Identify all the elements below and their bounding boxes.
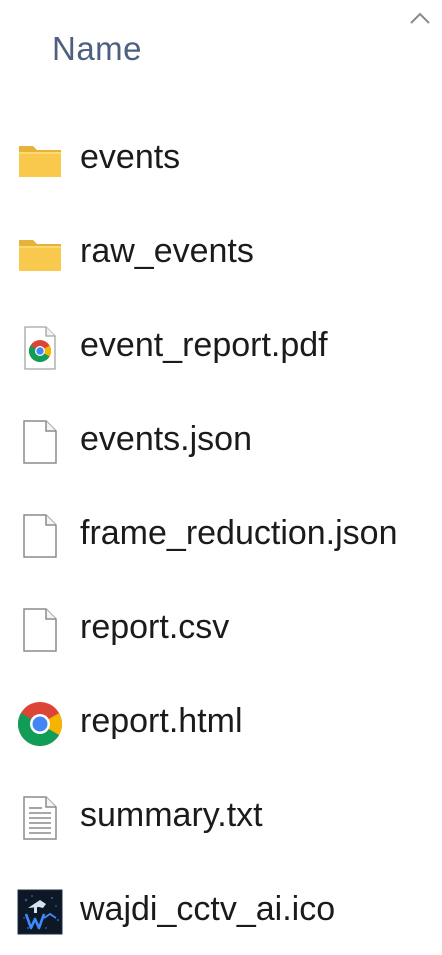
- file-row-events[interactable]: events: [0, 109, 442, 203]
- file-row-event-report-pdf[interactable]: event_report.pdf: [0, 297, 442, 391]
- generic-file-icon: [16, 606, 64, 654]
- file-row-raw-events[interactable]: raw_events: [0, 203, 442, 297]
- file-list: events raw_events event_report.pdf event…: [0, 109, 442, 955]
- file-row-report-csv[interactable]: report.csv: [0, 579, 442, 673]
- file-row-report-html[interactable]: report.html: [0, 673, 442, 767]
- file-name-label: report.html: [80, 702, 243, 740]
- column-header: Name: [0, 0, 442, 100]
- file-name-label: frame_reduction.json: [80, 514, 398, 552]
- generic-file-icon: [16, 512, 64, 560]
- file-name-label: event_report.pdf: [80, 326, 328, 364]
- folder-icon: [16, 230, 64, 278]
- file-row-summary-txt[interactable]: summary.txt: [0, 767, 442, 861]
- name-column-header[interactable]: Name: [52, 30, 142, 68]
- generic-file-icon: [16, 418, 64, 466]
- file-name-label: events: [80, 138, 181, 176]
- file-row-frame-reduction-json[interactable]: frame_reduction.json: [0, 485, 442, 579]
- file-name-label: summary.txt: [80, 796, 263, 834]
- file-name-label: raw_events: [80, 232, 254, 270]
- file-row-events-json[interactable]: events.json: [0, 391, 442, 485]
- text-file-icon: [16, 794, 64, 842]
- file-name-label: wajdi_cctv_ai.ico: [80, 890, 336, 928]
- ico-image-icon: [16, 888, 64, 936]
- file-name-label: events.json: [80, 420, 252, 458]
- folder-icon: [16, 136, 64, 184]
- file-row-wajdi-cctv-ai-ico[interactable]: wajdi_cctv_ai.ico: [0, 861, 442, 955]
- chrome-icon: [16, 700, 64, 748]
- pdf-chrome-icon: [16, 324, 64, 372]
- chevron-up-icon[interactable]: [408, 10, 432, 26]
- file-name-label: report.csv: [80, 608, 230, 646]
